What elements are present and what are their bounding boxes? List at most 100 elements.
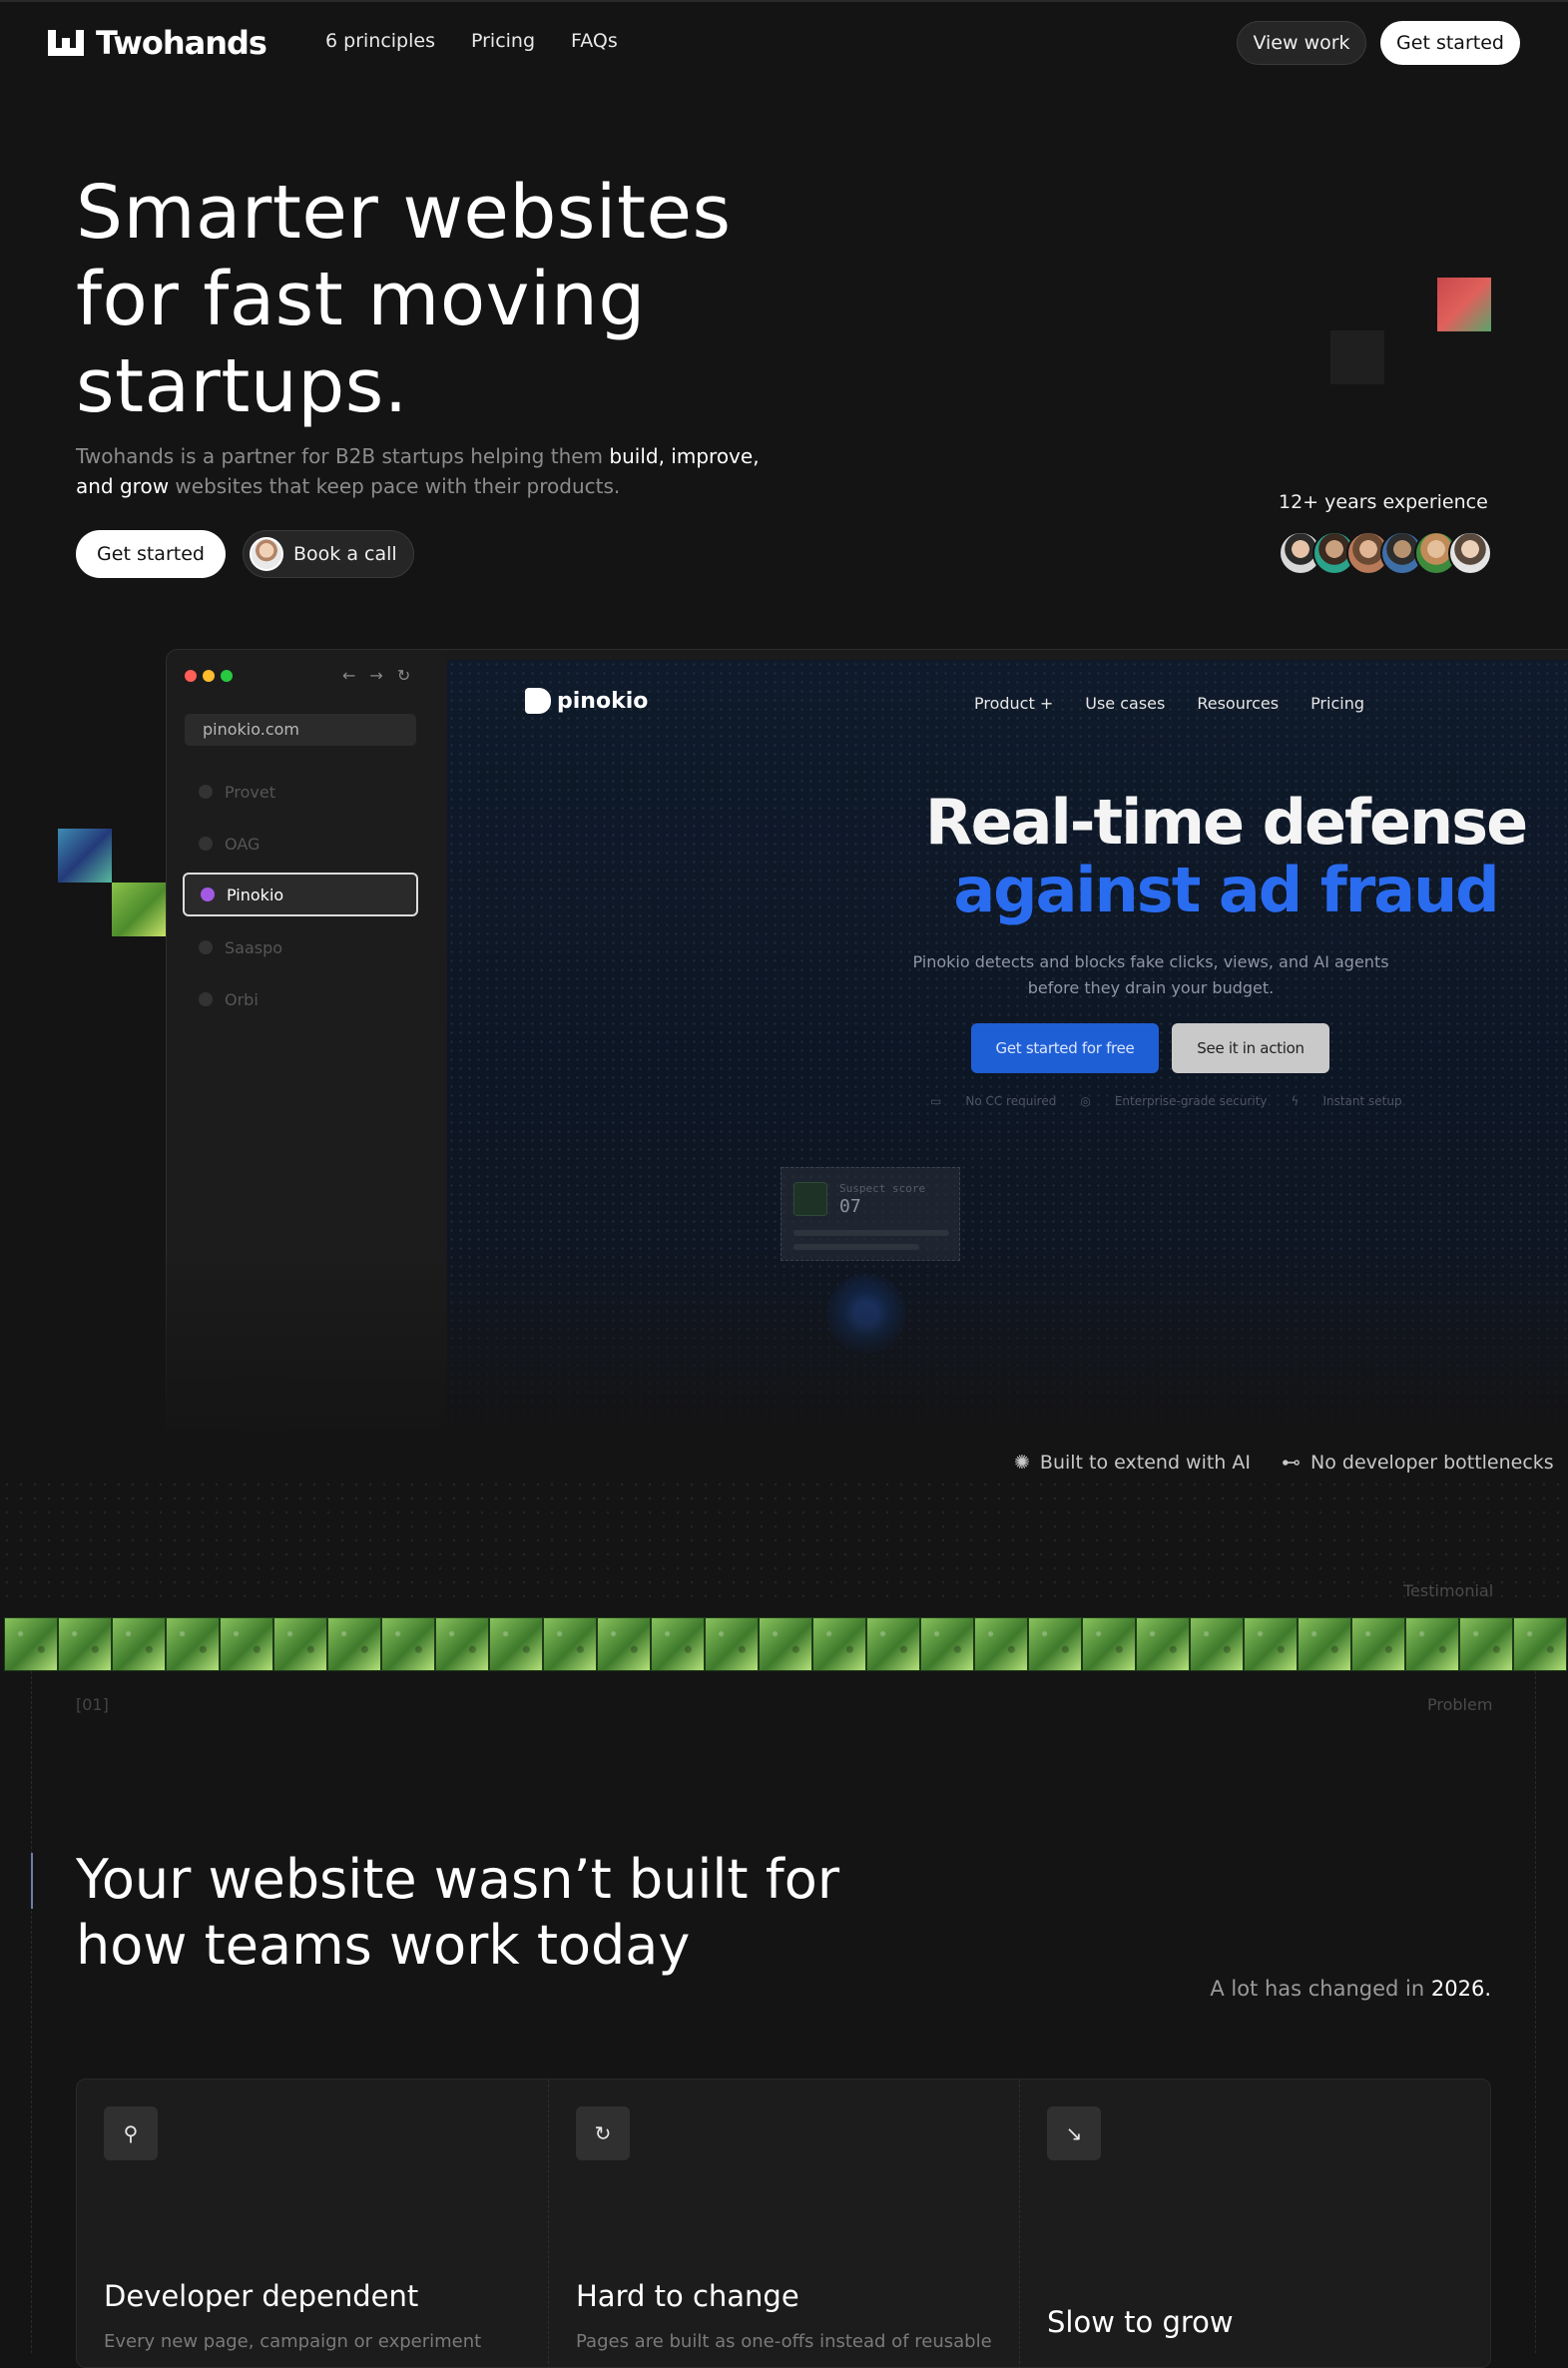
site-item-label: Saaspo [225,937,283,957]
site-item-orbi[interactable]: Orbi [183,977,418,1021]
mosaic-tile [543,1617,597,1671]
site-item-label: Provet [225,782,275,802]
site-dot-icon [199,940,213,954]
nav-links: 6 principles Pricing FAQs [325,30,618,52]
section-aside: A lot has changed in 2026. [1098,1977,1491,2001]
site-item-pinokio[interactable]: Pinokio [183,873,418,916]
section-title: Your website wasn’t built for how teams … [76,1847,974,1979]
divider-line [31,1671,32,2353]
mosaic-tile [597,1617,651,1671]
preview-logo[interactable]: pinokio [525,688,648,714]
maximize-dot-icon[interactable] [221,670,233,682]
card-text: Every new page, campaign or experiment [104,2331,482,2352]
hero-get-started-button[interactable]: Get started [76,530,226,578]
preview-title-line-2: against ad fraud [953,854,1499,926]
divider-line [1535,1671,1536,2353]
mosaic-tile [1298,1617,1351,1671]
connector-icon: ⊷ [1282,1452,1301,1474]
site-item-oag[interactable]: OAG [183,822,418,866]
host-avatar [250,537,283,571]
preview-badge: Enterprise-grade security [1114,1094,1268,1108]
decorative-tile [112,883,166,936]
site-item-label: OAG [225,834,261,854]
preview-see-action-button[interactable]: See it in action [1172,1023,1329,1073]
site-dot-icon [201,888,215,901]
nav-link-principles[interactable]: 6 principles [325,30,435,52]
site-dot-icon [199,785,213,799]
mosaic-tile [58,1617,112,1671]
mosaic-tile [705,1617,759,1671]
site-item-provet[interactable]: Provet [183,770,418,814]
tile-strip [4,1617,1568,1671]
card-title: Hard to change [576,2279,799,2313]
view-work-button[interactable]: View work [1237,21,1366,65]
preview-nav-resources[interactable]: Resources [1197,694,1279,713]
section-title-line-2: how teams work today [76,1914,691,1977]
mosaic-tile [866,1617,920,1671]
preview-badge: No CC required [965,1094,1057,1108]
mosaic-tile [4,1617,58,1671]
sparkle-icon: ✺ [1014,1452,1030,1474]
mosaic-tile [812,1617,866,1671]
book-call-button[interactable]: Book a call [243,530,414,578]
browser-controls: ← → ↻ [342,666,410,685]
close-dot-icon[interactable] [185,670,197,682]
mosaic-tile [112,1617,166,1671]
refresh-icon: ↻ [576,2106,630,2160]
decorative-tile [58,829,112,883]
preview-badge: Instant setup [1322,1094,1402,1108]
preview-nav-pricing[interactable]: Pricing [1310,694,1364,713]
preview-get-started-button[interactable]: Get started for free [971,1023,1159,1073]
aside-year: 2026. [1430,1977,1491,2001]
hero-title-line-2: for fast moving [76,257,646,342]
site-item-saaspo[interactable]: Saaspo [183,925,418,969]
mosaic-tile [1244,1617,1298,1671]
hero-title-line-3: startups. [76,343,408,429]
forward-arrow-icon[interactable]: → [369,666,382,685]
feature-ai: ✺ Built to extend with AI [1014,1452,1251,1474]
suspect-score-value: 07 [839,1196,861,1217]
decorative-tile [1330,330,1384,384]
mosaic-tile [327,1617,381,1671]
brand-name: Twohands [96,24,267,62]
mosaic-tile [273,1617,327,1671]
minimize-dot-icon[interactable] [203,670,215,682]
twohands-logo-icon [48,30,84,56]
card-title: Slow to grow [1047,2305,1234,2339]
suspect-score-card: Suspect score 07 [781,1167,960,1261]
url-bar[interactable]: pinokio.com [185,714,416,746]
mosaic-tile [381,1617,435,1671]
avatar [1448,531,1492,575]
reload-icon[interactable]: ↻ [397,666,410,685]
back-arrow-icon[interactable]: ← [342,666,355,685]
mosaic-tile [1351,1617,1405,1671]
smile-icon [793,1182,827,1216]
accent-bar [31,1853,33,1909]
card-icon: ▭ [930,1094,942,1108]
mosaic-tile [1513,1617,1567,1671]
testimonial-label: Testimonial [1403,1581,1494,1600]
progress-bar [793,1230,949,1236]
suspect-score-label: Suspect score [839,1182,926,1195]
mosaic-tile [220,1617,273,1671]
problem-card: ⚲ Developer dependent Every new page, ca… [77,2079,548,2367]
preview-nav-use-cases[interactable]: Use cases [1085,694,1165,713]
problem-cards: ⚲ Developer dependent Every new page, ca… [76,2078,1491,2368]
site-dot-icon [199,992,213,1006]
aside-text: A lot has changed in [1210,1977,1431,2001]
section-title-line-1: Your website wasn’t built for [76,1848,840,1911]
preview-brand: pinokio [557,688,649,714]
pinokio-logo-icon [525,688,551,714]
card-text: Pages are built as one-offs instead of r… [576,2331,992,2352]
problem-card: ↘ Slow to grow [1019,2079,1490,2367]
preview-nav-product[interactable]: Product + [974,694,1053,713]
section-tag: Problem [1427,1695,1493,1714]
problem-card: ↻ Hard to change Pages are built as one-… [548,2079,1019,2367]
brand-logo[interactable]: Twohands [46,24,267,62]
nav-link-pricing[interactable]: Pricing [471,30,535,52]
preview-title-line-1: Real-time defense [924,786,1528,859]
feature-no-bottlenecks: ⊷ No developer bottlenecks [1282,1452,1554,1474]
nav-link-faqs[interactable]: FAQs [571,30,618,52]
nav-get-started-button[interactable]: Get started [1380,21,1520,65]
mosaic-tile [920,1617,974,1671]
